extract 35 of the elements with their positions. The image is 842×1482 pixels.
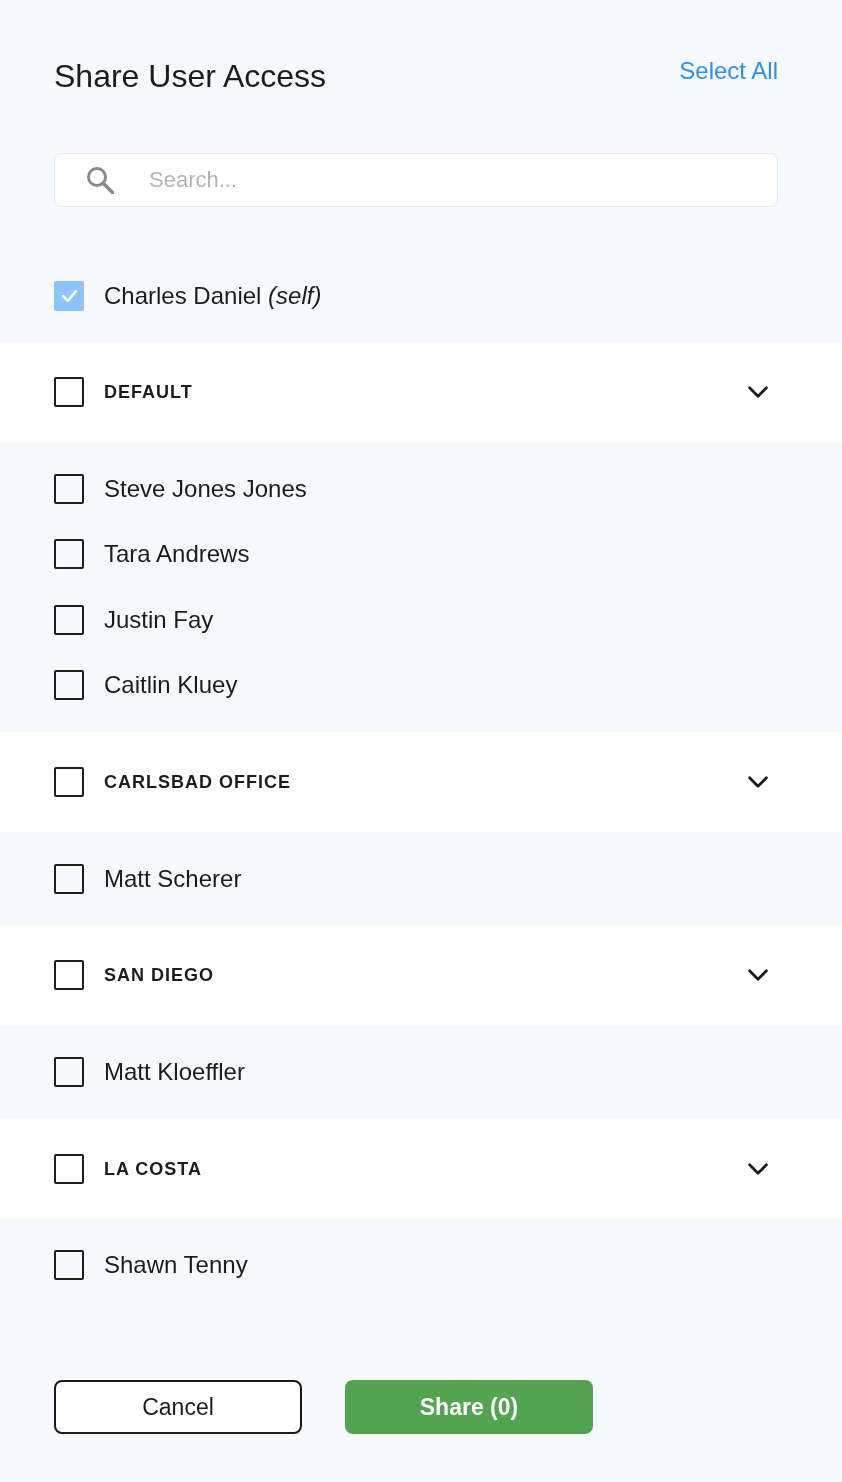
checkbox[interactable]: [54, 539, 84, 570]
dialog-title: Share User Access: [54, 57, 327, 96]
chevron-icon[interactable]: [748, 969, 768, 982]
group-name: SAN DIEGO: [104, 964, 214, 988]
user-name: Charles Daniel (self): [104, 280, 322, 311]
chevron-icon[interactable]: [748, 386, 768, 399]
chevron-icon[interactable]: [748, 1162, 768, 1175]
select-all-link[interactable]: Select All: [679, 56, 778, 86]
search-icon: [86, 166, 114, 194]
checkbox[interactable]: [54, 670, 84, 701]
chevron-icon[interactable]: [748, 776, 768, 788]
user-name: Justin Fay: [104, 604, 214, 635]
user-name: Matt Scherer: [104, 863, 242, 894]
checkbox[interactable]: [54, 377, 84, 408]
checkbox[interactable]: [54, 473, 84, 504]
search-field[interactable]: Search...: [54, 153, 778, 207]
checkbox[interactable]: [54, 1056, 84, 1087]
share-button[interactable]: Share (0): [345, 1380, 593, 1434]
user-name: Caitlin Kluey: [104, 670, 238, 701]
group-name: DEFAULT: [104, 381, 193, 405]
checkbox[interactable]: [54, 1250, 84, 1280]
checkbox[interactable]: [54, 604, 84, 635]
checkbox[interactable]: [54, 863, 84, 894]
checkbox[interactable]: [54, 280, 84, 311]
cancel-button[interactable]: Cancel: [54, 1380, 302, 1434]
group-name: CARLSBAD OFFICE: [104, 771, 291, 794]
group-name: LA COSTA: [104, 1157, 202, 1181]
user-name: Shawn Tenny: [104, 1250, 248, 1280]
checkbox[interactable]: [54, 1153, 84, 1184]
user-name: Matt Kloeffler: [104, 1056, 245, 1087]
checkbox[interactable]: [54, 960, 84, 991]
user-name: Steve Jones Jones: [104, 473, 307, 504]
user-name: Tara Andrews: [104, 539, 250, 570]
check-icon: [61, 289, 77, 302]
checkbox[interactable]: [54, 767, 84, 797]
